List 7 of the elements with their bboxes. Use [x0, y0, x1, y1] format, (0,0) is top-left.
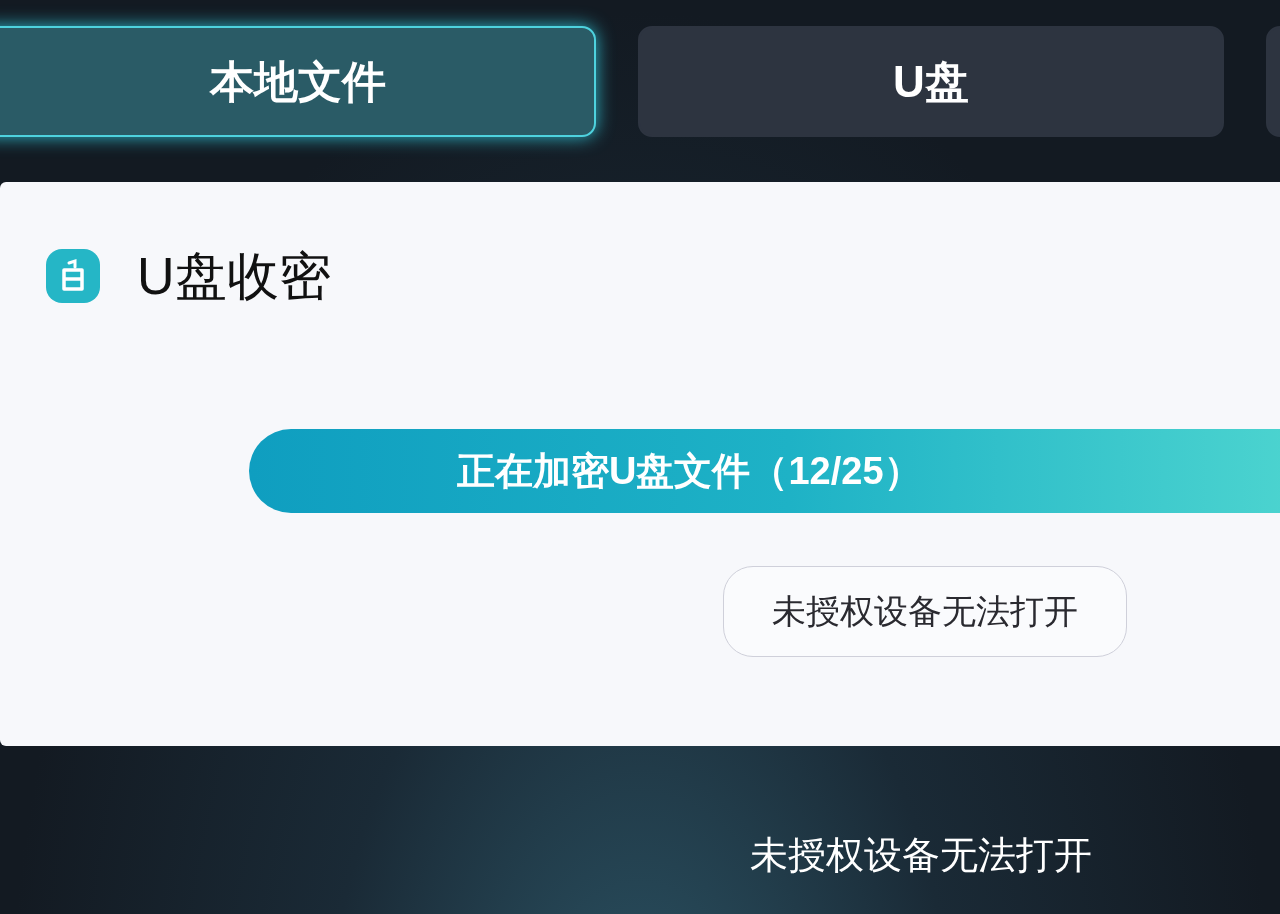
- document-icon: [46, 249, 100, 303]
- notice-label: 未授权设备无法打开: [723, 566, 1127, 657]
- panel-title: U盘收密: [137, 246, 331, 306]
- tab[interactable]: 本地文件: [0, 26, 596, 137]
- status-banner: 正在加密U盘文件（12/25）: [249, 429, 1280, 513]
- tab[interactable]: U盘: [638, 26, 1224, 137]
- caption-text: 未授权设备无法打开: [750, 833, 1092, 878]
